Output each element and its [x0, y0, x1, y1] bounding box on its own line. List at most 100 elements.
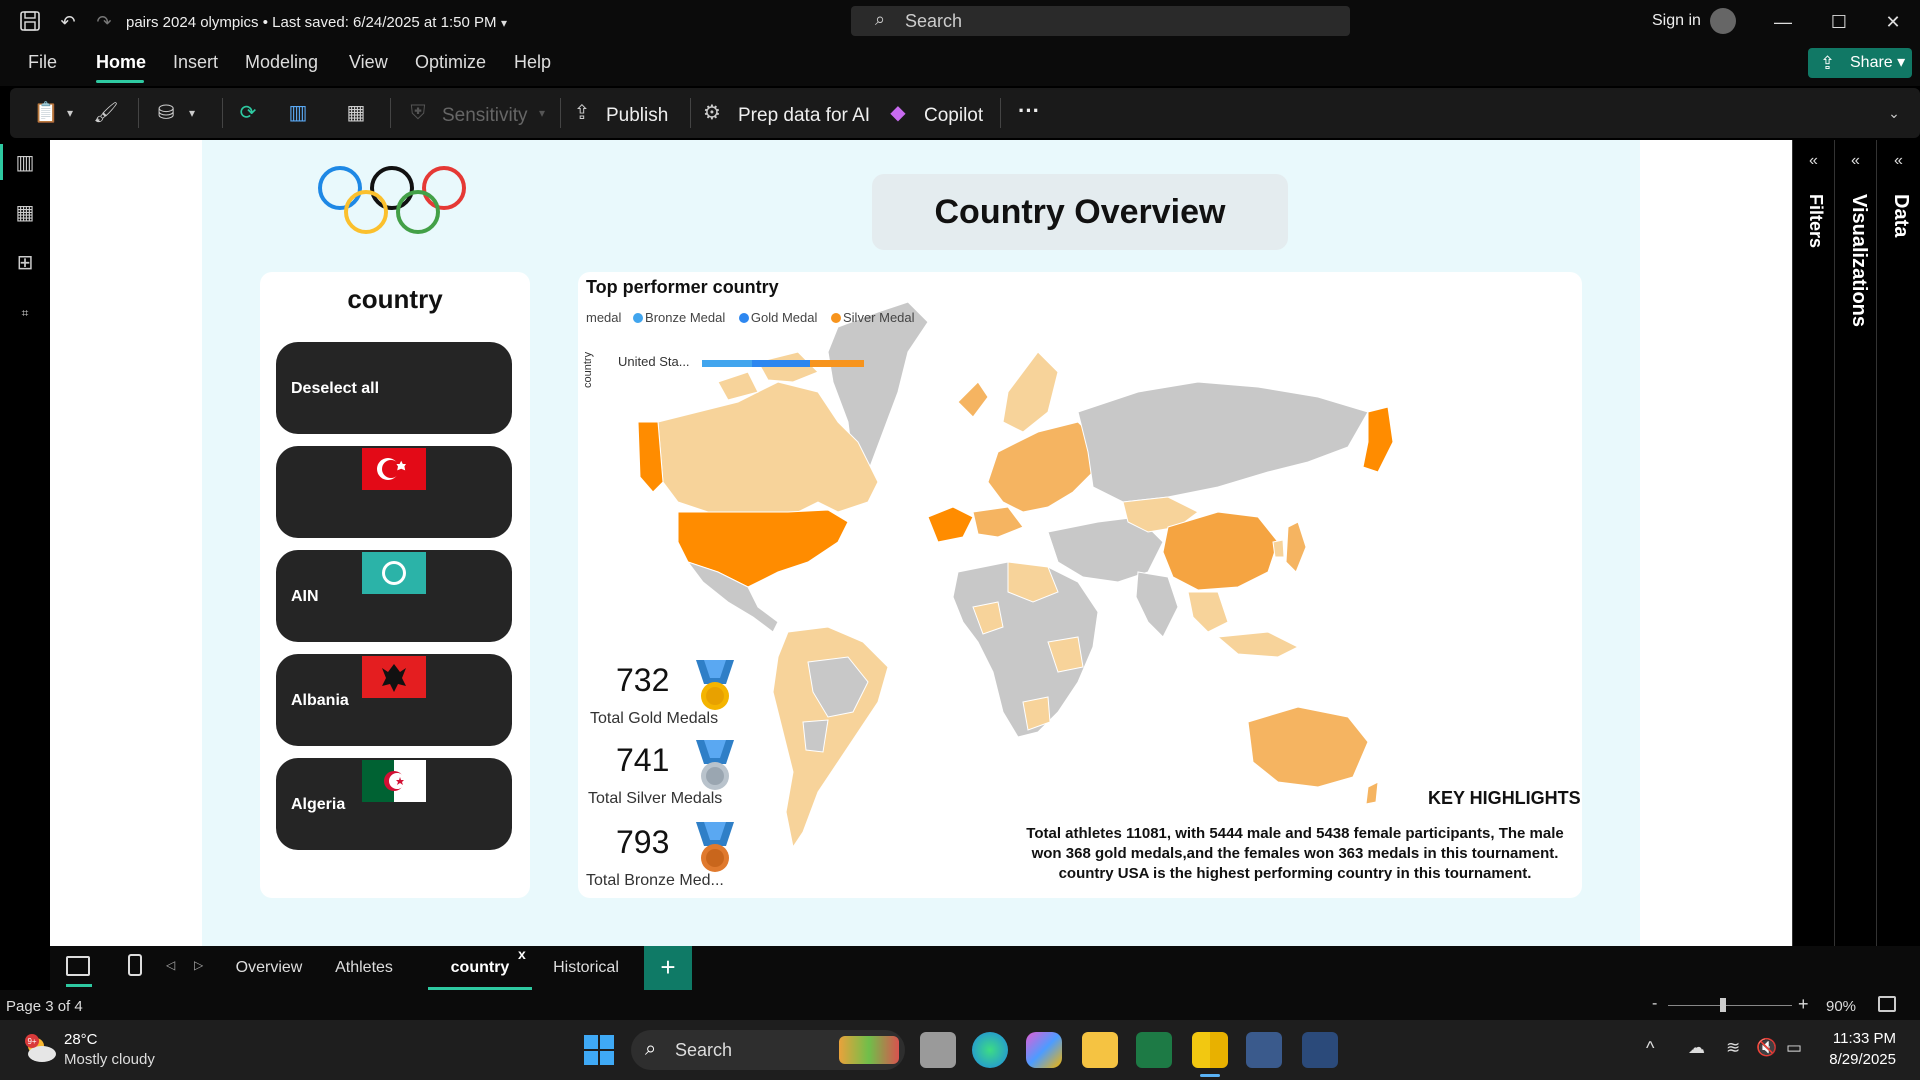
zoom-out-button[interactable]: -: [1652, 995, 1657, 1013]
copilot-button[interactable]: Copilot: [924, 105, 983, 127]
slicer-item-ain[interactable]: AIN: [276, 550, 512, 642]
slicer-item-algeria[interactable]: Algeria: [276, 758, 512, 850]
prep-data-button[interactable]: Prep data for AI: [738, 105, 870, 127]
expand-icon[interactable]: «: [1793, 152, 1834, 170]
windows-start-icon[interactable]: [583, 1034, 615, 1066]
weather-icon[interactable]: 9+: [22, 1034, 58, 1064]
zoom-level[interactable]: 90%: [1826, 998, 1856, 1015]
zoom-slider-thumb[interactable]: [1720, 998, 1726, 1012]
search-placeholder: Search: [905, 11, 963, 31]
remote-desktop-icon[interactable]: [1302, 1032, 1338, 1068]
weather-description[interactable]: Mostly cloudy: [64, 1051, 155, 1068]
bronze-medals-value: 793: [616, 824, 670, 860]
desktop-layout-icon[interactable]: [66, 956, 90, 976]
clock-time[interactable]: 11:33 PM: [1832, 1030, 1896, 1047]
dax-query-icon[interactable]: ⌗: [12, 300, 38, 326]
refresh-icon[interactable]: ⟳: [234, 100, 262, 126]
chevron-down-icon[interactable]: ▾: [492, 11, 516, 35]
visualizations-label[interactable]: Visualizations: [1847, 194, 1870, 327]
avatar[interactable]: [1710, 8, 1736, 34]
prep-data-icon[interactable]: ⚙: [698, 100, 726, 126]
sign-in-link[interactable]: Sign in: [1652, 12, 1701, 30]
onedrive-icon[interactable]: ☁: [1688, 1038, 1705, 1058]
close-icon[interactable]: ✕: [1878, 8, 1908, 36]
excel-icon[interactable]: [1136, 1032, 1172, 1068]
tab-historical[interactable]: Historical: [534, 946, 638, 990]
weather-temperature[interactable]: 28°C: [64, 1031, 98, 1048]
document-title[interactable]: pairs 2024 olympics • Last saved: 6/24/2…: [126, 14, 496, 31]
report-view-icon[interactable]: ▥: [12, 150, 38, 176]
menu-help[interactable]: Help: [514, 52, 551, 73]
tab-country[interactable]: country: [428, 946, 532, 990]
windows-taskbar: 9+ 28°C Mostly cloudy ⌕ Search ^ ☁ ≋ 🔇 ▭…: [0, 1020, 1920, 1080]
ribbon-toolbar: 📋 ▾ 🖌 ⛁ ▾ ⟳ ▥ ▦ ⛨ Sensitivity ▾ ⇪ Publis…: [10, 88, 1920, 138]
tab-athletes[interactable]: Athletes: [316, 946, 412, 990]
close-tab-icon[interactable]: x: [518, 946, 526, 962]
snipping-tool-icon[interactable]: [1246, 1032, 1282, 1068]
wifi-icon[interactable]: ≋: [1726, 1038, 1740, 1058]
format-painter-icon[interactable]: 🖌: [92, 100, 120, 126]
clock-date[interactable]: 8/29/2025: [1824, 1051, 1896, 1068]
bar-category-label: United Sta...: [618, 354, 690, 369]
expand-icon[interactable]: «: [1835, 152, 1876, 170]
menu-modeling[interactable]: Modeling: [245, 52, 318, 73]
menu-view[interactable]: View: [349, 52, 388, 73]
data-label[interactable]: Data: [1889, 194, 1912, 237]
expand-icon[interactable]: «: [1877, 152, 1920, 170]
chevron-up-icon[interactable]: ^: [1646, 1038, 1654, 1059]
map-visual[interactable]: Top performer country medal Bronze Medal…: [578, 272, 1582, 898]
save-icon[interactable]: [18, 10, 42, 34]
table-view-icon[interactable]: ▦: [12, 200, 38, 226]
menu-home[interactable]: Home: [96, 52, 146, 73]
fit-to-page-icon[interactable]: [1878, 996, 1896, 1012]
more-options-button[interactable]: ···: [1018, 98, 1040, 124]
power-bi-icon[interactable]: [1192, 1032, 1228, 1068]
redo-icon[interactable]: ↷: [92, 10, 116, 34]
slicer-item-albania[interactable]: Albania: [276, 654, 512, 746]
undo-icon[interactable]: ↶: [56, 10, 80, 34]
visualizations-pane[interactable]: « Visualizations: [1834, 140, 1876, 946]
publish-button[interactable]: Publish: [606, 105, 668, 127]
edge-browser-icon[interactable]: [972, 1032, 1008, 1068]
prev-page-icon[interactable]: ◁: [166, 958, 175, 972]
page-tabs-bar: ◁ ▷ Overview Athletes country x Historic…: [50, 946, 1920, 990]
collapse-ribbon-icon[interactable]: ⌄: [1880, 100, 1908, 126]
zoom-in-button[interactable]: +: [1798, 994, 1809, 1015]
taskbar-search[interactable]: ⌕ Search: [631, 1030, 905, 1070]
silver-medals-value: 741: [616, 742, 670, 778]
copilot-icon[interactable]: ◆: [884, 100, 912, 126]
filters-pane[interactable]: « Filters: [1792, 140, 1834, 946]
minimize-icon[interactable]: —: [1768, 8, 1798, 36]
tab-overview[interactable]: Overview: [222, 946, 316, 990]
next-page-icon[interactable]: ▷: [194, 958, 203, 972]
chevron-down-icon[interactable]: ▾: [56, 100, 84, 126]
copilot-app-icon[interactable]: [1026, 1032, 1062, 1068]
publish-icon[interactable]: ⇪: [568, 100, 596, 126]
key-highlights-title: KEY HIGHLIGHTS: [1428, 788, 1581, 808]
chevron-down-icon[interactable]: ▾: [178, 100, 206, 126]
add-page-button[interactable]: +: [644, 946, 692, 990]
data-pane[interactable]: « Data: [1876, 140, 1920, 946]
menu-insert[interactable]: Insert: [173, 52, 218, 73]
mobile-layout-icon[interactable]: [128, 954, 142, 976]
new-visual-icon[interactable]: ▥: [284, 100, 312, 126]
menu-optimize[interactable]: Optimize: [415, 52, 486, 73]
search-input[interactable]: ⌕ Search: [851, 6, 1350, 36]
slicer-item-turkey[interactable]: [276, 446, 512, 538]
filters-label[interactable]: Filters: [1805, 194, 1826, 248]
battery-icon[interactable]: ▭: [1786, 1038, 1802, 1058]
model-view-icon[interactable]: ⊞: [12, 250, 38, 276]
file-explorer-stack-icon[interactable]: [920, 1032, 956, 1068]
maximize-icon[interactable]: ☐: [1824, 8, 1854, 36]
get-data-icon[interactable]: ⛁: [152, 100, 180, 126]
chevron-down-icon: ▾: [538, 106, 546, 120]
ribbon-divider: [222, 98, 223, 128]
calculator-icon[interactable]: ▦: [342, 100, 370, 126]
folder-icon[interactable]: [1082, 1032, 1118, 1068]
share-button[interactable]: ⇪ Share ▾: [1808, 48, 1912, 78]
zoom-slider[interactable]: [1668, 1005, 1792, 1006]
menu-file[interactable]: File: [28, 52, 57, 73]
slicer-item-label: Deselect all: [291, 380, 380, 397]
volume-muted-icon[interactable]: 🔇: [1756, 1038, 1777, 1058]
deselect-all-button[interactable]: Deselect all: [276, 342, 512, 434]
